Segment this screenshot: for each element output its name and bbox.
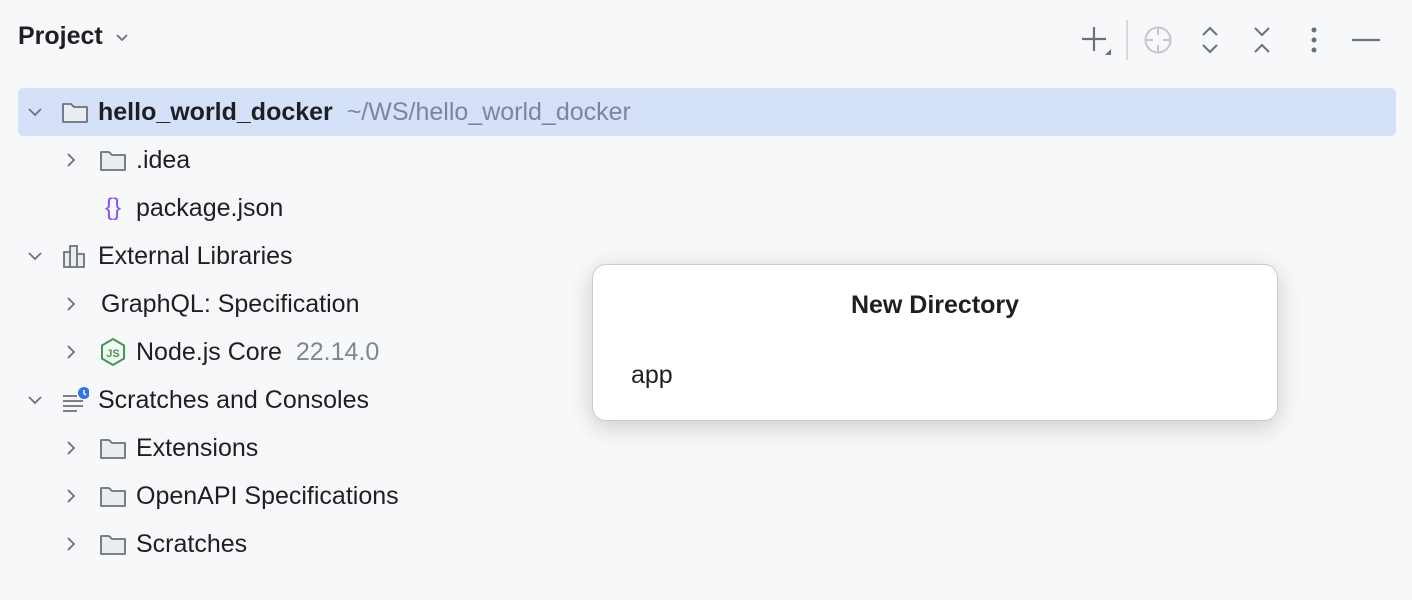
- chevron-down-icon[interactable]: [25, 390, 45, 410]
- tree-item-project-root[interactable]: hello_world_docker ~/WS/hello_world_dock…: [18, 88, 1396, 136]
- expand-all-button[interactable]: [1184, 20, 1236, 60]
- dialog-title: New Directory: [593, 291, 1277, 320]
- tree-item-label: Node.js Core: [136, 338, 282, 366]
- tree-item-label: OpenAPI Specifications: [136, 482, 399, 511]
- svg-text:JS: JS: [106, 348, 119, 360]
- library-icon: [61, 242, 89, 270]
- chevron-right-icon[interactable]: [61, 150, 81, 170]
- minimize-icon: [1352, 38, 1380, 42]
- tree-item-label: Extensions: [136, 434, 258, 463]
- tree-item-label: Scratches and Consoles: [98, 386, 369, 415]
- tree-item-label: Scratches: [136, 530, 247, 559]
- chevron-down-icon[interactable]: [113, 28, 131, 46]
- toolbar-separator: [1126, 20, 1128, 60]
- tree-item-scratches[interactable]: Scratches: [18, 520, 1396, 568]
- tree-item-extensions[interactable]: Extensions: [18, 424, 1396, 472]
- project-view-header[interactable]: Project: [18, 22, 131, 51]
- hide-button[interactable]: [1340, 20, 1392, 60]
- tree-item-label: hello_world_docker: [98, 98, 333, 126]
- nodejs-icon: JS: [99, 338, 127, 366]
- crosshair-icon: [1142, 24, 1174, 56]
- chevron-right-icon[interactable]: [61, 486, 81, 506]
- scratches-icon: [61, 386, 89, 414]
- folder-icon: [99, 146, 127, 174]
- folder-icon: [99, 482, 127, 510]
- options-button[interactable]: [1288, 20, 1340, 60]
- tree-item-label: External Libraries: [98, 242, 293, 271]
- folder-icon: [61, 98, 89, 126]
- toolbar: [1070, 20, 1392, 60]
- tree-item-idea[interactable]: .idea: [18, 136, 1396, 184]
- tree-item-label: GraphQL: Specification: [101, 290, 359, 319]
- tree-item-version: 22.14.0: [296, 338, 379, 366]
- chevron-right-icon[interactable]: [61, 438, 81, 458]
- chevron-down-icon[interactable]: [25, 246, 45, 266]
- tree-item-openapi[interactable]: OpenAPI Specifications: [18, 472, 1396, 520]
- expand-all-icon: [1198, 24, 1222, 56]
- new-directory-dialog: New Directory: [592, 264, 1278, 421]
- tree-item-label: package.json: [136, 194, 283, 223]
- locate-button[interactable]: [1132, 20, 1184, 60]
- chevron-right-icon[interactable]: [61, 534, 81, 554]
- directory-name-input[interactable]: [617, 353, 1253, 397]
- folder-icon: [99, 434, 127, 462]
- plus-icon: [1079, 23, 1113, 57]
- more-vertical-icon: [1309, 25, 1319, 55]
- collapse-all-button[interactable]: [1236, 20, 1288, 60]
- chevron-down-icon[interactable]: [25, 102, 45, 122]
- json-file-icon: {}: [99, 194, 127, 222]
- add-button[interactable]: [1070, 20, 1122, 60]
- tree-item-path: ~/WS/hello_world_docker: [347, 98, 631, 126]
- chevron-right-icon[interactable]: [61, 342, 81, 362]
- chevron-right-icon[interactable]: [61, 294, 81, 314]
- tree-item-package-json[interactable]: {} package.json: [18, 184, 1396, 232]
- tree-item-label: .idea: [136, 146, 190, 175]
- page-title: Project: [18, 22, 103, 51]
- folder-icon: [99, 530, 127, 558]
- collapse-all-icon: [1250, 24, 1274, 56]
